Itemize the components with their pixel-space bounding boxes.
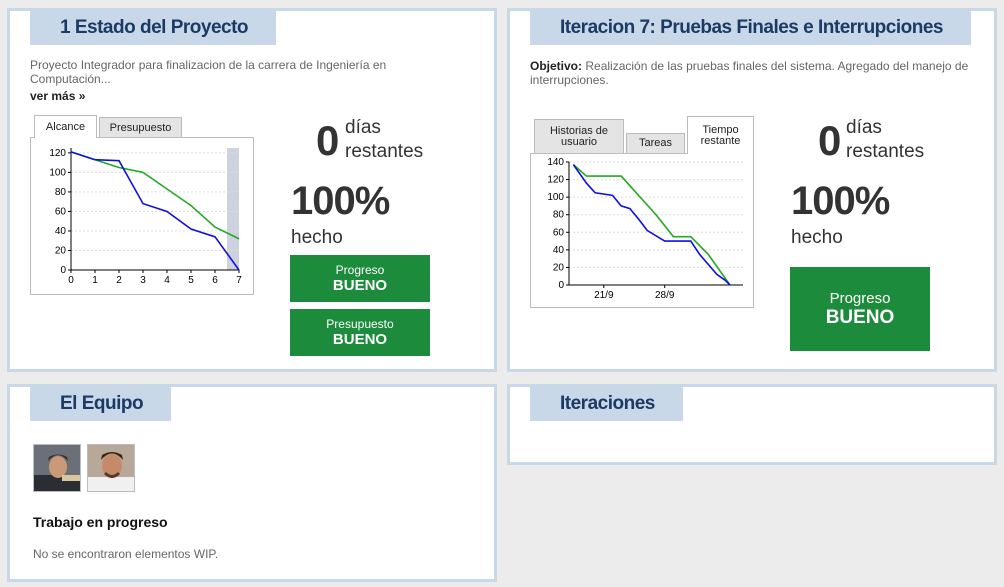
y-tick-label: 80 xyxy=(553,210,565,221)
iteration-objective: Objetivo: Realización de las pruebas fin… xyxy=(530,59,980,87)
time-burndown-svg: 0 20 40 60 80 100 120 140 21/9 28/9 xyxy=(547,157,743,301)
tab-budget[interactable]: Presupuesto xyxy=(99,117,182,138)
scope-burndown-svg: 0 20 40 60 80 100 120 0 1 2 3 4 5 6 7 xyxy=(49,148,242,286)
project-progress-status[interactable]: Progreso BUENO xyxy=(290,255,430,302)
iteration-days-label-1: días xyxy=(846,117,882,138)
iteration-panel: Iteracion 7: Pruebas Finales e Interrupc… xyxy=(507,8,997,372)
tab-remaining-time[interactable]: Tiempo restante xyxy=(687,116,754,154)
objective-text: Realización de las pruebas finales del s… xyxy=(530,59,969,87)
x-tick-label: 4 xyxy=(164,275,170,286)
person-icon xyxy=(88,445,134,491)
project-status-title: 1 Estado del Proyecto xyxy=(30,11,277,45)
tab-tasks[interactable]: Tareas xyxy=(626,133,685,153)
iteration-title: Iteracion 7: Pruebas Finales e Interrupc… xyxy=(530,11,971,45)
project-percent-label: hecho xyxy=(291,227,343,248)
y-tick-label: 40 xyxy=(553,245,565,256)
time-burndown-chart: 0 20 40 60 80 100 120 140 21/9 28/9 xyxy=(530,153,754,308)
iteration-progress-status[interactable]: Progreso BUENO xyxy=(790,267,930,351)
wip-title: Trabajo en progreso xyxy=(33,514,168,530)
x-tick-label: 21/9 xyxy=(594,290,614,301)
iteration-percent-label: hecho xyxy=(791,227,843,248)
y-tick-label: 120 xyxy=(49,148,66,159)
progress-status-label: Progreso xyxy=(335,263,385,277)
iteration-days-label-2: restantes xyxy=(846,141,925,162)
budget-status-label: Presupuesto xyxy=(326,317,394,331)
project-description: Proyecto Integrador para finalizacion de… xyxy=(30,58,387,86)
objective-label: Objetivo: xyxy=(530,59,583,73)
y-tick-label: 0 xyxy=(60,265,66,276)
highlight-band xyxy=(227,148,239,270)
y-tick-label: 140 xyxy=(547,157,564,168)
y-tick-label: 40 xyxy=(55,226,67,237)
y-tick-label: 100 xyxy=(49,167,66,178)
iteration-progress-label: Progreso xyxy=(829,289,891,307)
budget-status-value: BUENO xyxy=(332,331,388,348)
person-icon xyxy=(34,445,80,491)
progress-status-value: BUENO xyxy=(332,277,388,294)
y-tick-label: 20 xyxy=(55,245,67,256)
x-tick-label: 2 xyxy=(116,275,122,286)
project-days-label-2: restantes xyxy=(345,141,424,162)
project-status-panel: 1 Estado del Proyecto Proyecto Integrado… xyxy=(7,8,497,372)
iterations-panel: Iteraciones xyxy=(507,384,997,465)
avatar[interactable] xyxy=(33,444,81,492)
team-panel: El Equipo Trabajo en progreso No se enco… xyxy=(7,384,497,582)
y-tick-label: 100 xyxy=(547,192,564,203)
y-tick-label: 20 xyxy=(553,262,565,273)
y-tick-label: 60 xyxy=(553,227,565,238)
wip-empty-message: No se encontraron elementos WIP. xyxy=(33,547,219,561)
x-tick-label: 1 xyxy=(92,275,98,286)
team-title: El Equipo xyxy=(30,387,172,421)
iteration-progress-value: BUENO xyxy=(825,306,895,328)
x-tick-label: 3 xyxy=(140,275,146,286)
x-tick-label: 6 xyxy=(212,275,218,286)
y-tick-label: 60 xyxy=(55,206,67,217)
x-tick-label: 7 xyxy=(236,275,242,286)
iterations-title: Iteraciones xyxy=(530,387,683,421)
iteration-days-remaining-number: 0 xyxy=(818,117,842,164)
x-tick-label: 0 xyxy=(68,275,74,286)
avatar[interactable] xyxy=(87,444,135,492)
scope-burndown-chart: 0 20 40 60 80 100 120 0 1 2 3 4 5 6 7 xyxy=(30,137,254,295)
series-line-1 xyxy=(70,151,240,240)
x-tick-label: 28/9 xyxy=(655,290,675,301)
tab-scope[interactable]: Alcance xyxy=(34,115,97,138)
project-budget-status[interactable]: Presupuesto BUENO xyxy=(290,309,430,356)
see-more-link[interactable]: ver más » xyxy=(30,89,85,103)
iteration-percent-done: 100% xyxy=(791,179,890,223)
y-tick-label: 80 xyxy=(55,187,67,198)
y-tick-label: 120 xyxy=(547,175,564,186)
project-percent-done: 100% xyxy=(291,179,390,223)
x-tick-label: 5 xyxy=(188,275,194,286)
project-days-remaining-number: 0 xyxy=(316,117,340,164)
tab-user-stories[interactable]: Historias de usuario xyxy=(534,119,624,153)
project-days-label-1: días xyxy=(345,117,381,138)
y-tick-label: 0 xyxy=(558,280,564,291)
